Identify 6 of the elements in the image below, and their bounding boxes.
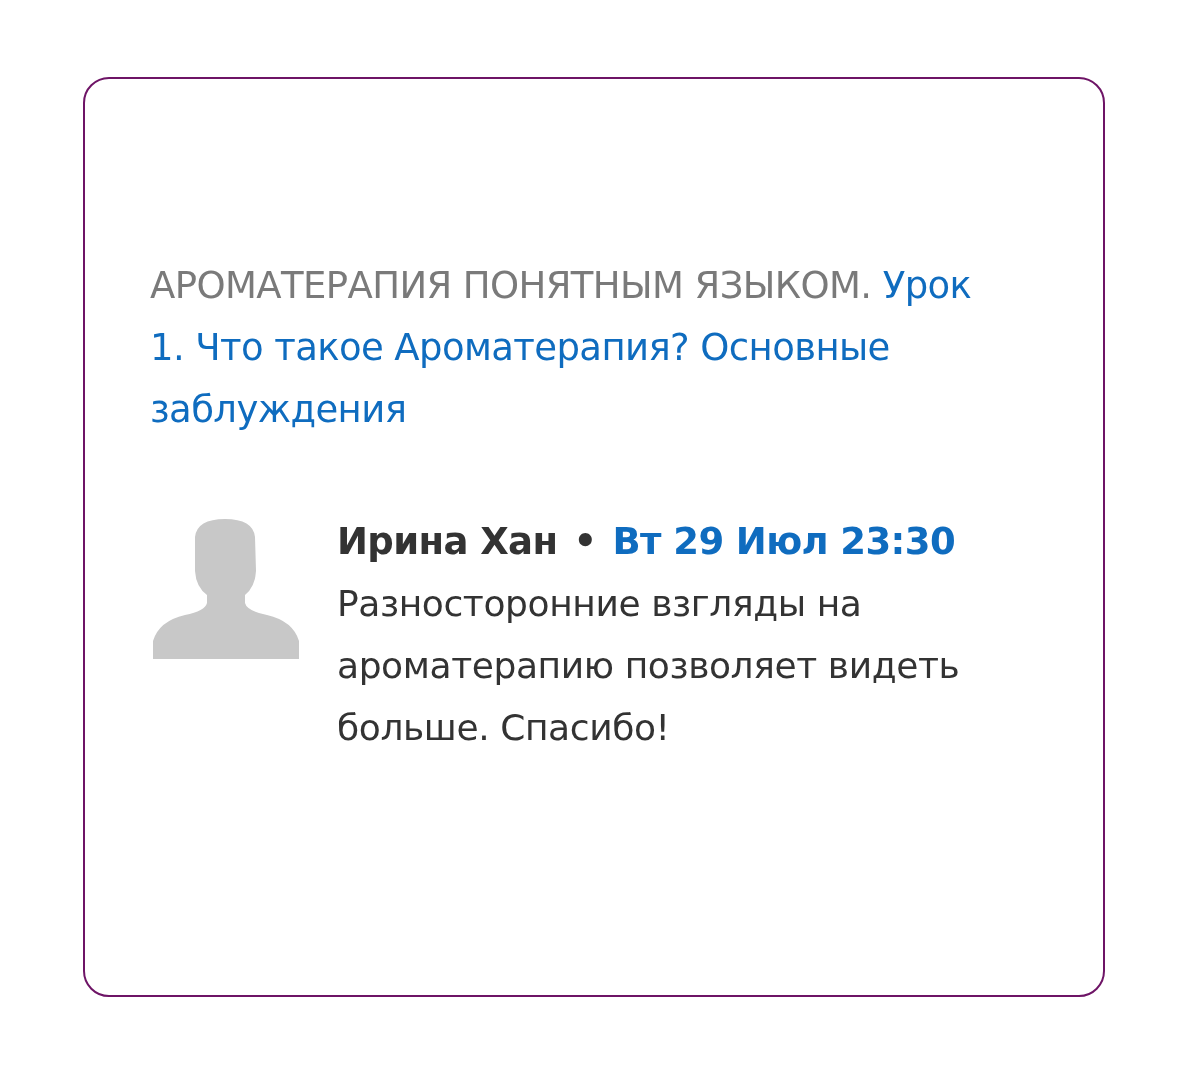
separator: •: [573, 520, 597, 563]
post-heading[interactable]: АРОМАТЕРАПИЯ ПОНЯТНЫМ ЯЗЫКОМ. Урок 1. Что такое Ароматерапия? Основные заблуждения: [150, 255, 1000, 441]
author-name: Ирина Хан: [337, 520, 558, 563]
post-message: Разносторонние взгляды на ароматерапию позволяет видеть больше. Спасибо!: [337, 582, 961, 750]
post-date-link[interactable]: Вт 29 Июл 23:30: [612, 520, 956, 563]
avatar-silhouette-icon: [153, 519, 299, 659]
